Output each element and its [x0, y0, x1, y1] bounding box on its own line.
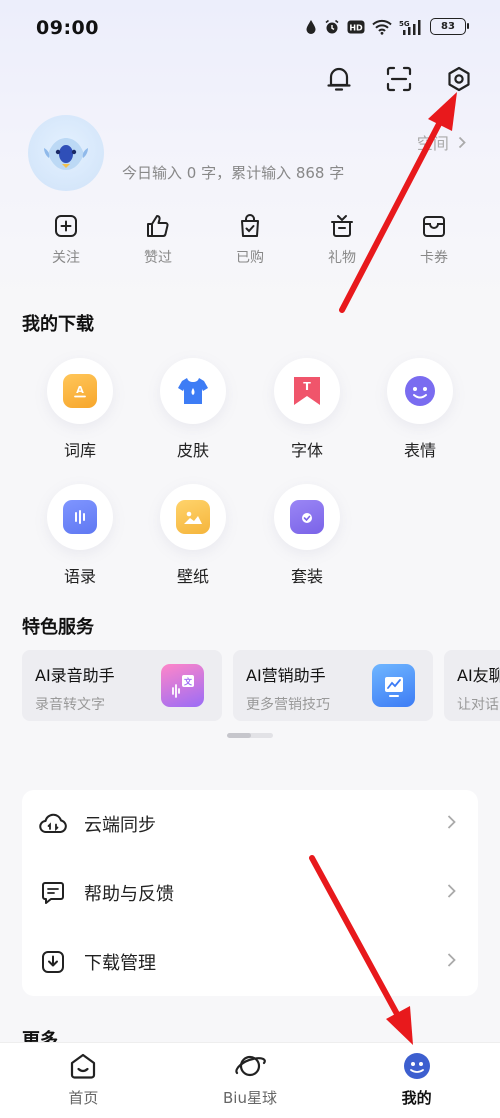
download-lexicon-label: 词库 [63, 441, 96, 460]
more-title: 更多 [22, 1030, 58, 1042]
bundle-folder-icon [290, 500, 324, 534]
skin-shirt-icon [176, 374, 210, 408]
quick-coupon-label: 卡券 [420, 250, 448, 266]
svg-text:T: T [303, 380, 311, 393]
svg-text:HD: HD [349, 23, 363, 32]
download-bundle[interactable]: 套装 [257, 484, 357, 587]
input-stats: 今日输入 0 字，累计输入 868 字 [122, 164, 345, 182]
nav-planet[interactable]: Biu星球 [167, 1043, 334, 1118]
thumbs-up-icon [147, 215, 169, 237]
battery-indicator: 83 [430, 18, 469, 35]
download-skin[interactable]: 皮肤 [143, 358, 243, 461]
menu-help-feedback-label: 帮助与反馈 [84, 884, 174, 905]
status-icons: HD 5G 83 [305, 18, 469, 35]
service-card-chat-subtitle: 让对话 [457, 697, 499, 713]
quick-coupon[interactable]: 卡券 [398, 213, 470, 267]
download-bundle-label: 套装 [290, 567, 323, 586]
download-wallpaper[interactable]: 壁纸 [143, 484, 243, 587]
wallpaper-icon [176, 500, 210, 534]
quick-gift[interactable]: 礼物 [306, 213, 378, 267]
settings-gear-icon[interactable] [444, 64, 474, 94]
coupon-icon [423, 216, 445, 237]
space-link[interactable]: 空间 [417, 130, 466, 154]
status-time: 09:00 [36, 17, 99, 39]
notification-bell-icon[interactable] [324, 64, 354, 94]
download-wallpaper-label: 壁纸 [176, 567, 209, 586]
lexicon-icon: A [63, 374, 97, 408]
quick-actions: 关注 赞过 已购 礼物 卡券 [22, 213, 478, 267]
alarm-icon [325, 19, 339, 33]
menu-download-manage-label: 下载管理 [84, 953, 156, 974]
quick-follow[interactable]: 关注 [30, 213, 102, 267]
quick-liked-label: 赞过 [144, 250, 172, 266]
download-emoji[interactable]: 表情 [370, 358, 470, 461]
quick-follow-label: 关注 [52, 250, 80, 266]
svg-text:5G: 5G [399, 20, 410, 28]
top-actions [324, 64, 474, 94]
droplet-icon [306, 19, 316, 34]
space-link-label: 空间 [416, 134, 449, 153]
bottom-nav: 首页 Biu星球 我的 [0, 1042, 500, 1118]
nav-planet-label: Biu星球 [223, 1089, 277, 1107]
voice-translate-icon: 文 [161, 664, 204, 707]
nav-home[interactable]: 首页 [0, 1043, 167, 1118]
settings-menu: 云端同步 帮助与反馈 下载管理 [22, 790, 478, 996]
mine-avatar-icon [403, 1053, 430, 1079]
signal-5g-icon: 5G [399, 19, 421, 35]
emoji-icon [403, 374, 437, 408]
chevron-right-icon [447, 814, 456, 834]
menu-cloud-sync-label: 云端同步 [84, 815, 156, 836]
svg-text:A: A [76, 385, 84, 396]
gift-icon [331, 215, 353, 237]
chevron-right-icon [447, 952, 456, 972]
cloud-sync-icon [38, 809, 68, 839]
home-icon [71, 1053, 96, 1079]
quick-liked[interactable]: 赞过 [122, 213, 194, 267]
font-icon: T [290, 374, 324, 408]
menu-help-feedback[interactable]: 帮助与反馈 [22, 863, 478, 923]
download-quotes-label: 语录 [63, 567, 96, 586]
shopping-bag-icon [241, 214, 259, 237]
download-skin-label: 皮肤 [176, 441, 209, 460]
hd-icon: HD [347, 20, 365, 33]
service-card-chat[interactable]: AI友聊 让对话 [444, 650, 500, 721]
quick-gift-label: 礼物 [328, 250, 356, 266]
quick-purchased-label: 已购 [236, 250, 264, 266]
menu-cloud-sync[interactable]: 云端同步 [22, 794, 478, 854]
downloads-title: 我的下载 [22, 314, 94, 335]
download-manage-icon [38, 947, 68, 977]
chevron-right-icon [458, 134, 466, 153]
avatar[interactable] [28, 115, 104, 191]
download-lexicon[interactable]: A 词库 [30, 358, 130, 461]
arrow-to-settings [339, 92, 457, 313]
services-title: 特色服务 [22, 617, 94, 638]
download-font[interactable]: T 字体 [257, 358, 357, 461]
bird-mascot-icon [44, 138, 88, 170]
svg-text:文: 文 [184, 676, 193, 686]
service-card-marketing[interactable]: AI营销助手 更多营销技巧 [233, 650, 433, 721]
menu-download-manage[interactable]: 下载管理 [22, 932, 478, 992]
service-card-chat-title: AI友聊 [457, 666, 500, 685]
plus-square-icon [55, 215, 77, 237]
chevron-right-icon [447, 883, 456, 903]
service-card-voice[interactable]: AI录音助手 录音转文字 文 [22, 650, 222, 721]
scan-icon[interactable] [384, 64, 414, 94]
download-font-label: 字体 [290, 441, 323, 460]
nav-mine[interactable]: 我的 [333, 1043, 500, 1118]
wifi-icon [372, 19, 392, 35]
marketing-chart-icon [372, 664, 415, 707]
download-quotes[interactable]: 语录 [30, 484, 130, 587]
download-emoji-label: 表情 [403, 441, 436, 460]
planet-icon [235, 1055, 266, 1077]
quotes-icon [63, 500, 97, 534]
nav-home-label: 首页 [68, 1089, 99, 1107]
carousel-scroll-indicator [227, 733, 273, 738]
quick-purchased[interactable]: 已购 [214, 213, 286, 267]
nav-mine-label: 我的 [401, 1089, 432, 1107]
help-feedback-icon [38, 878, 68, 908]
